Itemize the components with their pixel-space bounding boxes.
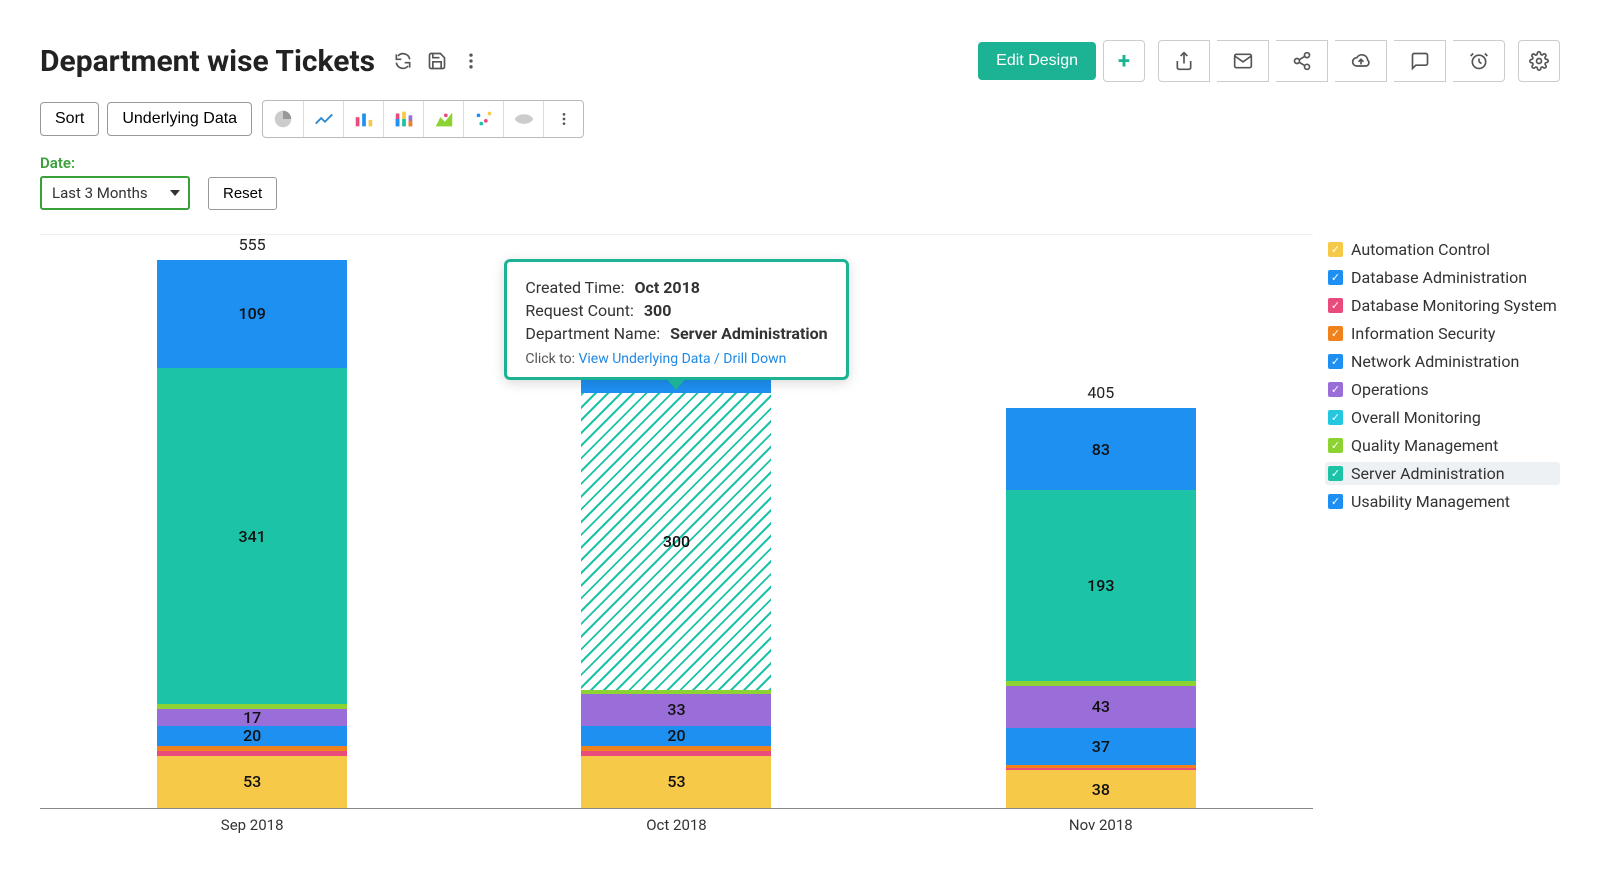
bar-segment[interactable]: 300 <box>581 393 771 689</box>
legend-item-label: Usability Management <box>1351 492 1510 511</box>
legend-item-label: Automation Control <box>1351 240 1490 259</box>
bar-segment[interactable]: 83 <box>1006 408 1196 490</box>
area-chart-icon[interactable] <box>423 101 463 137</box>
bar-segment[interactable]: 38 <box>1006 770 1196 808</box>
add-button[interactable]: + <box>1103 40 1145 82</box>
filter-date-label: Date: <box>40 154 1560 172</box>
bar-segment[interactable]: 109 <box>157 260 347 368</box>
tooltip-request-count-value: 300 <box>644 301 672 320</box>
legend-checkbox-icon: ✓ <box>1328 382 1343 397</box>
chart-legend: ✓ Automation Control ✓ Database Administrat… <box>1325 234 1560 809</box>
legend-item[interactable]: ✓ Database Administration <box>1325 266 1560 289</box>
share-icon[interactable] <box>1276 40 1328 82</box>
save-icon[interactable] <box>427 51 447 71</box>
tooltip-created-time-value: Oct 2018 <box>634 278 699 297</box>
legend-checkbox-icon: ✓ <box>1328 494 1343 509</box>
more-chart-types-icon[interactable] <box>543 101 583 137</box>
bar-segment[interactable]: 20 <box>581 726 771 746</box>
legend-checkbox-icon: ✓ <box>1328 466 1343 481</box>
bar-chart-icon[interactable] <box>343 101 383 137</box>
tooltip-created-time-label: Created Time: <box>525 278 624 297</box>
bar-column[interactable]: 555532017341109Sep 2018 <box>157 235 347 808</box>
legend-item-label: Quality Management <box>1351 436 1498 455</box>
legend-item-label: Information Security <box>1351 324 1495 343</box>
date-range-select[interactable]: Last 3 Months <box>40 176 190 210</box>
legend-checkbox-icon: ✓ <box>1328 270 1343 285</box>
chart-tooltip: Created Time:Oct 2018 Request Count:300 … <box>504 259 848 380</box>
legend-item-label: Database Monitoring System <box>1351 296 1557 315</box>
gear-icon[interactable] <box>1518 40 1560 82</box>
bar-segment[interactable]: 53 <box>157 756 347 808</box>
stacked-bar-chart-icon[interactable] <box>383 101 423 137</box>
line-chart-icon[interactable] <box>303 101 343 137</box>
legend-item[interactable]: ✓ Network Administration <box>1325 350 1560 373</box>
cloud-icon[interactable] <box>1335 40 1387 82</box>
tooltip-department-value: Server Administration <box>670 324 827 343</box>
more-vertical-icon[interactable] <box>461 51 481 71</box>
legend-item[interactable]: ✓ Information Security <box>1325 322 1560 345</box>
bar-segment[interactable]: 53 <box>581 756 771 808</box>
legend-item-label: Server Administration <box>1351 464 1505 483</box>
legend-checkbox-icon: ✓ <box>1328 354 1343 369</box>
bar-column[interactable]: 40538374319383Nov 2018 <box>1006 383 1196 808</box>
refresh-icon[interactable] <box>393 51 413 71</box>
x-axis-label: Nov 2018 <box>1069 816 1133 834</box>
legend-item-label: Overall Monitoring <box>1351 408 1481 427</box>
legend-item-label: Operations <box>1351 380 1429 399</box>
alarm-icon[interactable] <box>1453 40 1505 82</box>
bar-segment[interactable]: 37 <box>1006 728 1196 765</box>
bar-segment[interactable]: 341 <box>157 368 347 705</box>
underlying-data-button[interactable]: Underlying Data <box>107 102 252 136</box>
mail-icon[interactable] <box>1217 40 1269 82</box>
legend-checkbox-icon: ✓ <box>1328 298 1343 313</box>
chart-plot[interactable]: 555532017341109Sep 201849353203330073Oct… <box>40 234 1313 809</box>
bar-segment[interactable]: 20 <box>157 726 347 746</box>
legend-item[interactable]: ✓ Operations <box>1325 378 1560 401</box>
page-title: Department wise Tickets <box>40 44 375 79</box>
legend-item[interactable]: ✓ Overall Monitoring <box>1325 406 1560 429</box>
comment-icon[interactable] <box>1394 40 1446 82</box>
x-axis-label: Oct 2018 <box>646 816 707 834</box>
legend-checkbox-icon: ✓ <box>1328 410 1343 425</box>
legend-checkbox-icon: ✓ <box>1328 438 1343 453</box>
x-axis-label: Sep 2018 <box>221 816 284 834</box>
bar-total-label: 555 <box>239 235 266 254</box>
scatter-chart-icon[interactable] <box>463 101 503 137</box>
legend-item[interactable]: ✓ Database Monitoring System <box>1325 294 1560 317</box>
tooltip-hint[interactable]: Click to: View Underlying Data / Drill D… <box>525 351 827 367</box>
bar-segment[interactable]: 43 <box>1006 686 1196 728</box>
sort-button[interactable]: Sort <box>40 102 99 136</box>
legend-checkbox-icon: ✓ <box>1328 242 1343 257</box>
legend-item[interactable]: ✓ Server Administration <box>1325 462 1560 485</box>
reset-button[interactable]: Reset <box>208 177 277 210</box>
chart-type-group <box>262 100 584 138</box>
bar-segment[interactable]: 193 <box>1006 490 1196 681</box>
export-icon[interactable] <box>1158 40 1210 82</box>
tooltip-request-count-label: Request Count: <box>525 301 634 320</box>
edit-design-button[interactable]: Edit Design <box>978 42 1096 80</box>
legend-item-label: Network Administration <box>1351 352 1519 371</box>
legend-item-label: Database Administration <box>1351 268 1527 287</box>
legend-checkbox-icon: ✓ <box>1328 326 1343 341</box>
legend-item[interactable]: ✓ Usability Management <box>1325 490 1560 513</box>
bar-total-label: 405 <box>1087 383 1114 402</box>
bar-segment[interactable]: 17 <box>157 709 347 726</box>
tooltip-department-label: Department Name: <box>525 324 660 343</box>
map-chart-icon[interactable] <box>503 101 543 137</box>
legend-item[interactable]: ✓ Quality Management <box>1325 434 1560 457</box>
pie-chart-icon[interactable] <box>263 101 303 137</box>
bar-segment[interactable]: 33 <box>581 694 771 727</box>
legend-item[interactable]: ✓ Automation Control <box>1325 238 1560 261</box>
